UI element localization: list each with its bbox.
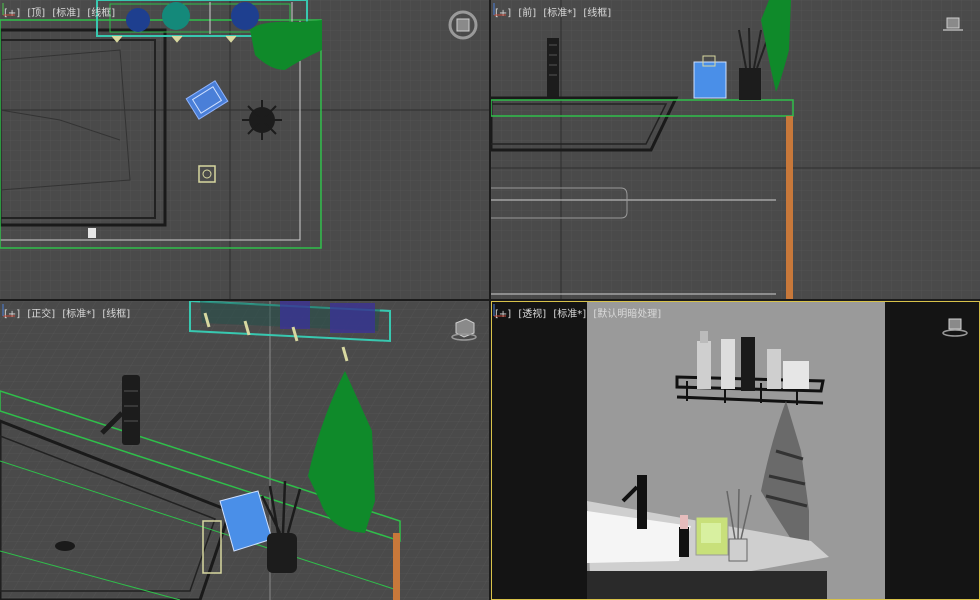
perspective-view-canvas <box>491 301 980 600</box>
viewport-front-label[interactable]: [+] [前] [标准*] [线框] <box>495 4 615 19</box>
top-view-canvas <box>0 0 489 299</box>
view-shading-button[interactable]: [默认明暗处理] <box>593 309 661 320</box>
viewport-front[interactable]: [+] [前] [标准*] [线框] <box>491 0 980 299</box>
view-shading-button[interactable]: [线框] <box>87 8 115 19</box>
view-name-button[interactable]: [顶] <box>27 8 45 19</box>
axis-tripod-icon <box>493 3 506 16</box>
front-view-canvas <box>491 0 980 299</box>
axis-tripod-icon <box>493 304 506 317</box>
viewport-top[interactable]: [+] [顶] [标准] [线框] <box>0 0 489 299</box>
viewport-perspective[interactable]: [+] [透视] [标准*] [默认明暗处理] <box>491 301 980 600</box>
view-standard-button[interactable]: [标准*] <box>543 8 576 19</box>
viewport-ortho[interactable]: [+] [正交] [标准*] [线框] <box>0 301 489 600</box>
ortho-view-canvas <box>0 301 489 600</box>
viewcube-icon[interactable] <box>448 10 478 40</box>
axis-tripod-icon <box>2 304 15 317</box>
view-name-button[interactable]: [前] <box>518 8 536 19</box>
viewport-top-label[interactable]: [+] [顶] [标准] [线框] <box>4 4 119 19</box>
view-shading-button[interactable]: [线框] <box>102 309 130 320</box>
viewport-perspective-label[interactable]: [+] [透视] [标准*] [默认明暗处理] <box>495 305 665 320</box>
view-standard-button[interactable]: [标准] <box>52 8 80 19</box>
viewcube-icon[interactable] <box>450 315 478 343</box>
view-name-button[interactable]: [透视] <box>518 309 546 320</box>
view-standard-button[interactable]: [标准*] <box>62 309 95 320</box>
view-standard-button[interactable]: [标准*] <box>553 309 586 320</box>
viewcube-icon[interactable] <box>941 14 965 34</box>
viewport-ortho-label[interactable]: [+] [正交] [标准*] [线框] <box>4 305 134 320</box>
view-name-button[interactable]: [正交] <box>27 309 55 320</box>
axis-tripod-icon <box>2 3 15 16</box>
viewcube-icon[interactable] <box>941 315 969 339</box>
view-shading-button[interactable]: [线框] <box>583 8 611 19</box>
